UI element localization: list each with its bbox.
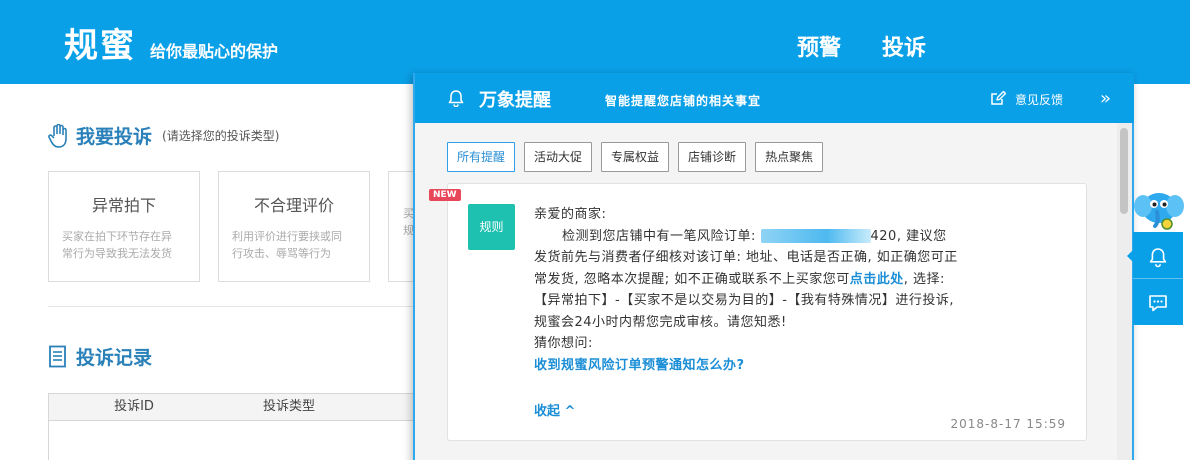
message-text: 检测到您店铺中有一笔风险订单: — [562, 228, 761, 244]
bell-icon — [448, 90, 464, 107]
message-text: 420, 建议您 — [870, 228, 947, 244]
click-here-link[interactable]: 点击此处 — [850, 272, 904, 287]
complain-title: 我要投诉 — [76, 126, 153, 148]
panel-subtitle: 智能提醒您店铺的相关事宜 — [605, 94, 762, 108]
complaint-type-card[interactable]: 不合理评价 利用评价进行要挟或同 行攻击、辱骂等行为 — [218, 171, 370, 282]
card-desc-line: 常行为导致我无法发货 — [62, 247, 172, 260]
rule-category-badge: 规则 — [468, 204, 515, 250]
filter-promotions[interactable]: 活动大促 — [524, 142, 593, 172]
document-icon — [49, 345, 66, 367]
message-line: 常发货, 忽略本次提醒; 如不正确或联系不上买家您可点击此处, 选择: — [534, 269, 1074, 291]
message-text: 常发货, 忽略本次提醒; 如不正确或联系不上买家您可 — [534, 271, 850, 287]
records-table: 投诉ID 投诉类型 — [48, 393, 420, 460]
message-line: 发货前先与消费者仔细核对该订单: 地址、电话是否正确, 如正确您可正 — [534, 250, 958, 265]
guess-label: 猜你想问: — [534, 336, 593, 351]
filter-benefits[interactable]: 专属权益 — [601, 142, 670, 172]
card-desc-line: 行攻击、辱骂等行为 — [232, 247, 331, 260]
brand-slogan: 给你最贴心的保护 — [150, 42, 279, 61]
filter-hot-topics[interactable]: 热点聚焦 — [755, 142, 824, 172]
card-desc: 买家在拍下环节存在异 常行为导致我无法发货 — [49, 228, 199, 262]
panel-title: 万象提醒 — [479, 90, 551, 111]
masked-order-id — [760, 229, 871, 243]
collapse-panel-button[interactable]: » — [1100, 88, 1111, 109]
column-header: 投诉类型 — [262, 399, 315, 414]
nav-complaint[interactable]: 投诉 — [882, 30, 926, 62]
bell-icon[interactable] — [1146, 245, 1170, 269]
message-card: NEW 规则 亲爱的商家: 检测到您店铺中有一笔风险订单: 420, 建议您 发… — [429, 183, 1087, 441]
complaint-type-card[interactable]: 异常拍下 买家在拍下环节存在异 常行为导致我无法发货 — [48, 171, 200, 282]
card-desc-line: 买家在拍下环节存在异 — [62, 230, 172, 243]
message-greeting: 亲爱的商家: — [534, 207, 607, 222]
feedback-link[interactable]: 意见反馈 — [1015, 91, 1063, 108]
card-desc-line: 利用评价进行要挟或同 — [232, 230, 342, 243]
column-header: 投诉ID — [114, 399, 154, 414]
edit-icon[interactable] — [990, 90, 1006, 106]
filter-all[interactable]: 所有提醒 — [447, 142, 516, 172]
fold-button[interactable]: 收起 ^ — [534, 400, 575, 419]
records-section-title: 投诉记录 — [48, 343, 152, 370]
filter-tabs: 所有提醒 活动大促 专属权益 店铺诊断 热点聚焦 — [447, 142, 832, 172]
message-line: 规蜜会24小时内帮您完成审核。请您知悉! — [534, 314, 787, 330]
section-divider — [48, 306, 418, 307]
card-title: 异常拍下 — [91, 196, 156, 215]
table-header: 投诉ID 投诉类型 — [49, 394, 419, 421]
faq-link[interactable]: 收到规蜜风险订单预警通知怎么办? — [534, 355, 1074, 377]
panel-header: 万象提醒 智能提醒您店铺的相关事宜 意见反馈 » — [415, 73, 1134, 123]
card-title: 不合理评价 — [253, 196, 334, 215]
complain-subtitle: (请选择您的投诉类型) — [162, 129, 280, 143]
brand-logo-text: 规蜜 — [64, 26, 136, 66]
card-desc: 利用评价进行要挟或同 行攻击、辱骂等行为 — [219, 228, 369, 262]
message-line: 【异常拍下】-【买家不是以交易为目的】-【我有特殊情况】进行投诉, — [534, 293, 955, 308]
hand-icon — [48, 123, 67, 148]
message-text: , 选择: — [903, 271, 945, 287]
chat-icon[interactable] — [1146, 291, 1170, 315]
scrollbar-thumb[interactable] — [1120, 128, 1128, 214]
message-timestamp: 2018-8-17 15:59 — [950, 417, 1066, 431]
elephant-mascot-icon[interactable] — [1133, 186, 1185, 234]
reminder-panel: 万象提醒 智能提醒您店铺的相关事宜 意见反馈 » 所有提醒 活动大促 专属权益 … — [413, 73, 1134, 460]
message-body: 亲爱的商家: 检测到您店铺中有一笔风险订单: 420, 建议您 发货前先与消费者… — [534, 204, 1074, 376]
top-header: 规蜜 给你最贴心的保护 预警 投诉 — [0, 0, 1190, 84]
nav-warning[interactable]: 预警 — [797, 30, 841, 62]
new-badge: NEW — [429, 189, 461, 201]
message-line: 检测到您店铺中有一笔风险订单: 420, 建议您 — [534, 226, 1074, 248]
right-dock — [1133, 232, 1183, 325]
complain-section-title: 我要投诉 (请选择您的投诉类型) — [48, 122, 279, 149]
filter-diagnosis[interactable]: 店铺诊断 — [678, 142, 747, 172]
records-title: 投诉记录 — [76, 347, 153, 369]
dock-divider — [1133, 278, 1183, 279]
